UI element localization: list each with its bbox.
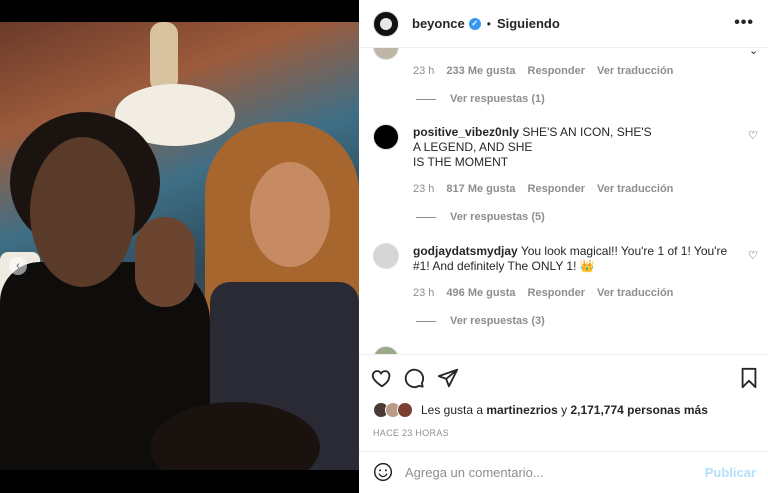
photo-detail [30, 137, 135, 287]
comment-like-heart-icon[interactable]: ⌄ [749, 48, 759, 57]
more-options-icon[interactable]: ••• [734, 15, 754, 31]
view-replies-label[interactable]: Ver respuestas (3) [450, 315, 545, 327]
author-avatar[interactable] [373, 10, 399, 37]
translate-button[interactable]: Ver traducción [597, 65, 673, 77]
comment-text: positive_vibez0nly SHE'S AN ICON, SHE'S … [413, 125, 713, 170]
emoji-icon[interactable] [373, 462, 393, 482]
post-photo[interactable]: ‹ [0, 22, 359, 470]
comment-composer: Publicar [359, 451, 768, 493]
comment-time: 23 h [413, 287, 435, 299]
post-actions: Les gusta a martinezrios y 2,171,774 per… [359, 354, 768, 454]
comment-body-line: IS THE MOMENT [413, 155, 509, 169]
view-replies-label[interactable]: Ver respuestas (5) [450, 211, 545, 223]
comment-avatar[interactable] [373, 48, 399, 60]
share-icon[interactable] [437, 367, 459, 389]
publish-button[interactable]: Publicar [705, 465, 756, 480]
likes-connector: y [561, 403, 568, 417]
view-replies[interactable]: Ver respuestas (3) [416, 315, 545, 327]
comment-meta: 23 h 496 Me gusta Responder Ver traducci… [413, 287, 673, 299]
comment-username[interactable]: positive_vibez0nly [413, 125, 519, 139]
comment-body-line: You look magical!! You're 1 of 1! You're [520, 244, 728, 258]
comment-body-line: #1! And definitely The ONLY 1! 👑 [413, 259, 595, 273]
view-replies-label[interactable]: Ver respuestas (1) [450, 93, 545, 105]
comment-likes[interactable]: 233 Me gusta [446, 65, 515, 77]
translate-button[interactable]: Ver traducción [597, 287, 673, 299]
post-timestamp[interactable]: HACE 23 HORAS [373, 428, 449, 438]
comment-time: 23 h [413, 65, 435, 77]
comment-avatar[interactable] [373, 243, 399, 269]
verified-badge-icon: ✓ [468, 17, 481, 30]
post-header: beyonce ✓ • Siguiendo ••• [359, 0, 768, 48]
likes-prefix: Les gusta a [421, 403, 484, 417]
comment-body-line: A LEGEND, AND SHE [413, 140, 533, 154]
comment-input[interactable] [405, 460, 695, 484]
photo-detail [150, 22, 178, 92]
likes-summary: Les gusta a martinezrios y 2,171,774 per… [373, 402, 708, 418]
bookmark-icon[interactable] [738, 367, 760, 389]
liker-avatar [397, 402, 413, 418]
comment-like-heart-icon[interactable]: ♡ [748, 131, 758, 142]
comments-list: ⌄ 23 h 233 Me gusta Responder Ver traduc… [359, 48, 768, 354]
comment-avatar[interactable] [373, 346, 399, 354]
comment-meta: 23 h 817 Me gusta Responder Ver traducci… [413, 183, 673, 195]
comment-icon[interactable] [403, 367, 425, 389]
comment-text: godjaydatsmydjay You look magical!! You'… [413, 244, 733, 274]
comment-username[interactable]: godjaydatsmydjay [413, 244, 518, 258]
post-panel: beyonce ✓ • Siguiendo ••• ⌄ 23 h 233 Me … [359, 0, 768, 493]
view-replies[interactable]: Ver respuestas (1) [416, 93, 545, 105]
comment-meta: 23 h 233 Me gusta Responder Ver traducci… [413, 65, 673, 77]
following-button[interactable]: Siguiendo [497, 16, 560, 31]
liker-avatars[interactable] [373, 402, 413, 418]
comment-likes[interactable]: 817 Me gusta [446, 183, 515, 195]
comment-likes[interactable]: 496 Me gusta [446, 287, 515, 299]
comment-body-line: SHE'S AN ICON, SHE'S [522, 125, 652, 139]
reply-button[interactable]: Responder [528, 65, 585, 77]
carousel-prev-icon[interactable]: ‹ [9, 257, 27, 275]
likes-count[interactable]: 2,171,774 personas más [570, 403, 707, 417]
photo-detail [135, 217, 195, 307]
reply-button[interactable]: Responder [528, 287, 585, 299]
liker-username[interactable]: martinezrios [486, 403, 557, 417]
reply-button[interactable]: Responder [528, 183, 585, 195]
separator-dot: • [486, 16, 491, 31]
photo-detail [250, 162, 330, 267]
comment-avatar[interactable] [373, 124, 399, 150]
heart-icon[interactable] [371, 367, 393, 389]
comment-like-heart-icon[interactable]: ♡ [748, 251, 758, 262]
post-media: ‹ [0, 0, 359, 493]
translate-button[interactable]: Ver traducción [597, 183, 673, 195]
comment-time: 23 h [413, 183, 435, 195]
view-replies[interactable]: Ver respuestas (5) [416, 211, 545, 223]
author-username[interactable]: beyonce [412, 16, 465, 31]
